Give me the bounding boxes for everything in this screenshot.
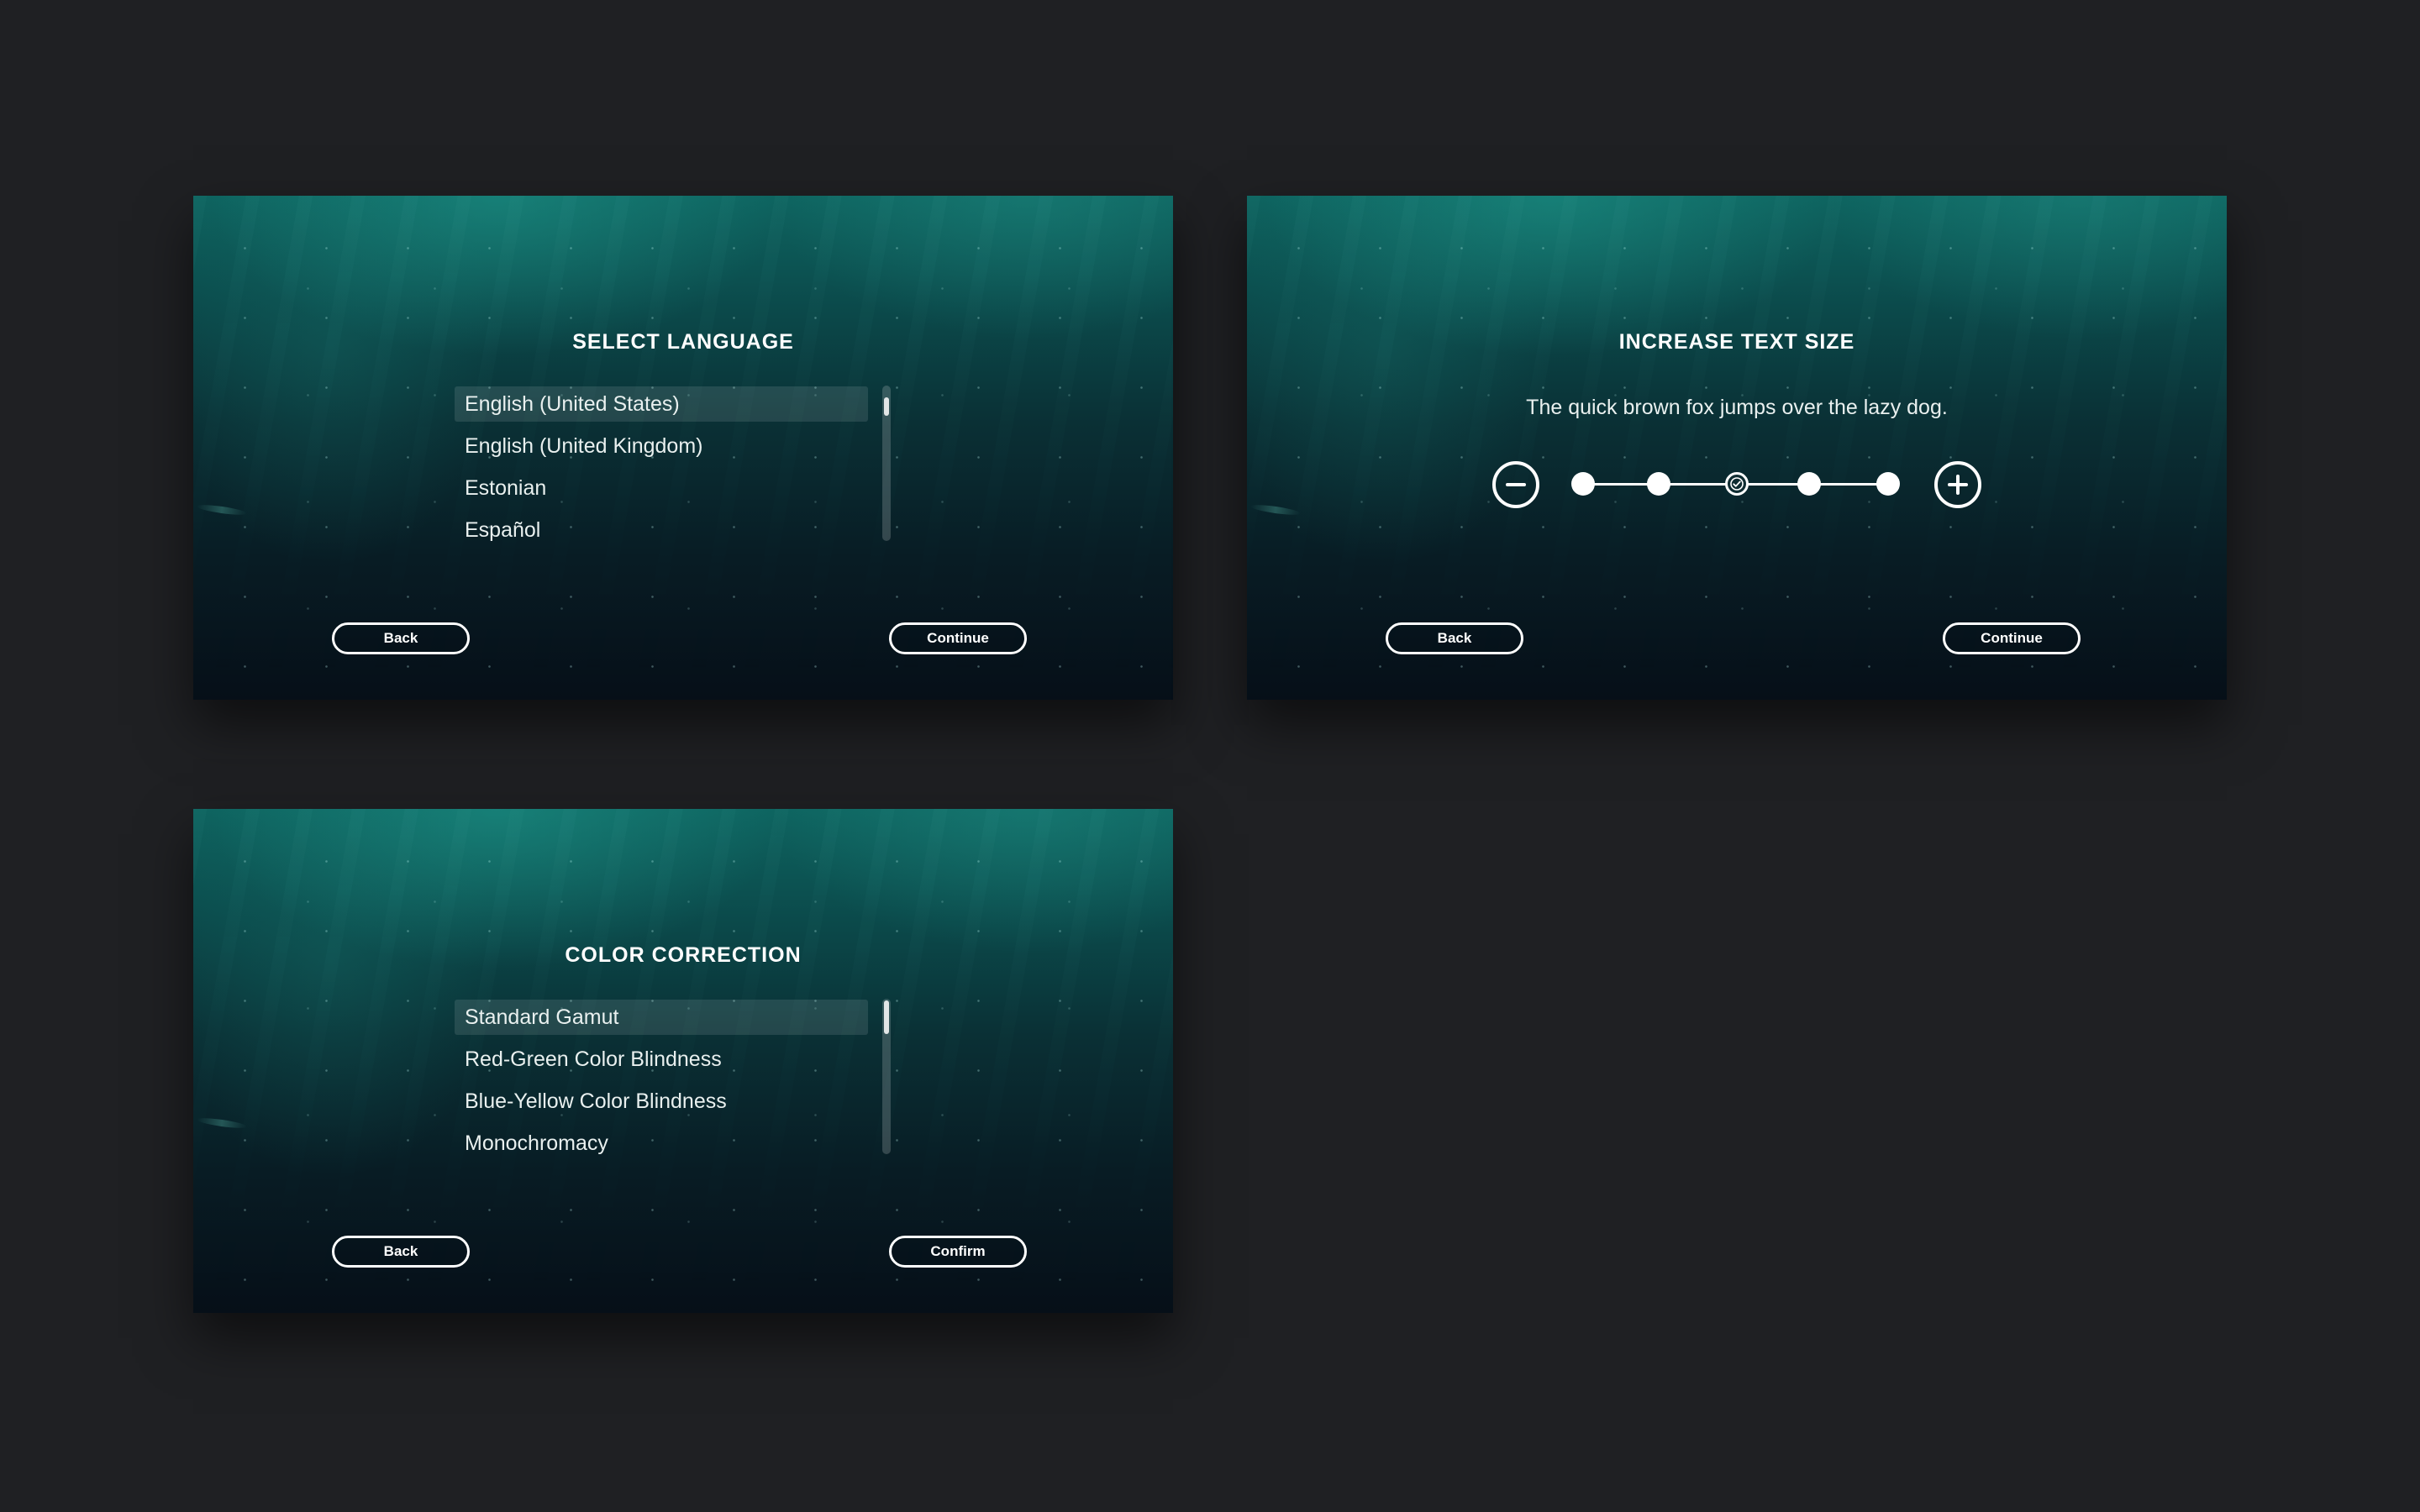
color-correction-list: Standard Gamut Red-Green Color Blindness…	[455, 1000, 875, 1161]
back-button[interactable]: Back	[332, 622, 470, 654]
sample-text: The quick brown fox jumps over the lazy …	[1526, 396, 1948, 419]
list-item-standard-gamut[interactable]: Standard Gamut	[455, 1000, 868, 1035]
list-item-espanol[interactable]: Español	[455, 512, 868, 548]
continue-button[interactable]: Continue	[889, 622, 1027, 654]
text-size-step-3[interactable]	[1725, 472, 1749, 496]
list-item-estonian[interactable]: Estonian	[455, 470, 868, 506]
check-icon	[1730, 477, 1744, 491]
list-item-red-green[interactable]: Red-Green Color Blindness	[455, 1042, 868, 1077]
decrease-text-size-button[interactable]	[1492, 461, 1539, 508]
list-item-english-us[interactable]: English (United States)	[455, 386, 868, 422]
minus-icon	[1506, 483, 1526, 486]
color-correction-scrollbar[interactable]	[882, 999, 891, 1154]
list-item-blue-yellow[interactable]: Blue-Yellow Color Blindness	[455, 1084, 868, 1119]
panel-title: COLOR CORRECTION	[565, 943, 802, 967]
text-size-panel: INCREASE TEXT SIZE The quick brown fox j…	[1247, 196, 2227, 700]
plus-icon-vertical	[1956, 475, 1960, 495]
panel-title: SELECT LANGUAGE	[572, 330, 794, 354]
confirm-button[interactable]: Confirm	[889, 1236, 1027, 1268]
text-size-step-4[interactable]	[1797, 472, 1821, 496]
back-button[interactable]: Back	[1386, 622, 1523, 654]
scrollbar-thumb[interactable]	[884, 1000, 889, 1034]
list-item-monochromacy[interactable]: Monochromacy	[455, 1126, 868, 1161]
language-list: English (United States) English (United …	[455, 386, 875, 548]
panel-title: INCREASE TEXT SIZE	[1618, 330, 1855, 354]
select-language-panel: SELECT LANGUAGE English (United States) …	[193, 196, 1173, 700]
language-scrollbar[interactable]	[882, 386, 891, 541]
increase-text-size-button[interactable]	[1934, 461, 1981, 508]
text-size-step-5[interactable]	[1876, 472, 1900, 496]
continue-button[interactable]: Continue	[1943, 622, 2081, 654]
color-correction-panel: COLOR CORRECTION Standard Gamut Red-Gree…	[193, 809, 1173, 1313]
text-size-step-2[interactable]	[1647, 472, 1670, 496]
text-size-step-1[interactable]	[1571, 472, 1595, 496]
back-button[interactable]: Back	[332, 1236, 470, 1268]
list-item-english-uk[interactable]: English (United Kingdom)	[455, 428, 868, 464]
scrollbar-thumb[interactable]	[884, 397, 889, 416]
